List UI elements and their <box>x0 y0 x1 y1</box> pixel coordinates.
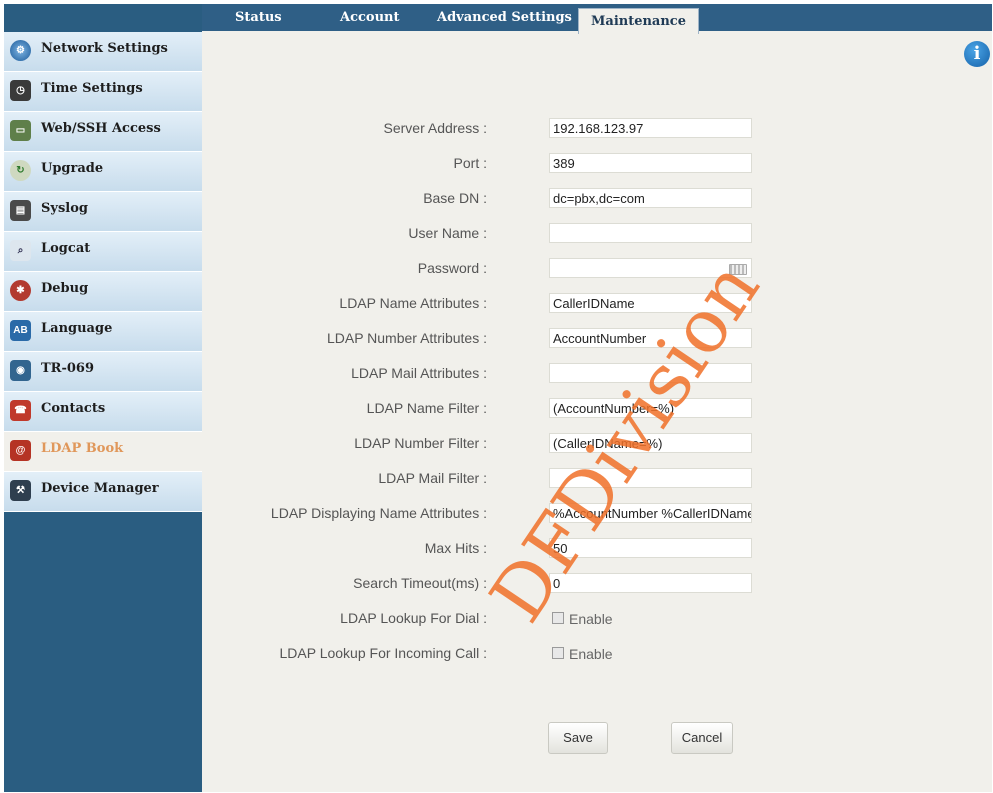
magnifier-icon: ⌕ <box>10 240 31 261</box>
lookup-for-dial-enable-label: Enable <box>569 611 613 627</box>
sidebar-item-upgrade[interactable]: ↻ Upgrade <box>4 152 202 192</box>
ldap-mail-attributes-row: LDAP Mail Attributes : <box>202 363 982 385</box>
device-manager-icon: ⚒ <box>10 480 31 501</box>
sidebar-item-label: TR-069 <box>41 361 95 376</box>
lookup-for-dial-checkbox[interactable] <box>552 612 564 624</box>
server-address-row: Server Address : 192.168.123.97 <box>202 118 982 140</box>
syslog-icon: ▤ <box>10 200 31 221</box>
base-dn-label: Base DN : <box>423 190 487 206</box>
sidebar-item-label: Debug <box>41 281 89 296</box>
ldap-number-attributes-label: LDAP Number Attributes : <box>326 330 487 346</box>
tab-account[interactable]: Account <box>340 10 400 25</box>
ldap-mail-filter-label: LDAP Mail Filter : <box>378 470 487 486</box>
ldap-mail-attributes-input[interactable] <box>549 363 752 383</box>
lookup-for-incoming-enable-label: Enable <box>569 646 613 662</box>
ldap-displaying-name-attributes-label: LDAP Displaying Name Attributes : <box>270 505 487 521</box>
sidebar-item-network-settings[interactable]: ⚙ Network Settings <box>4 32 202 72</box>
monitor-icon: ▭ <box>10 120 31 141</box>
max-hits-label: Max Hits : <box>424 540 487 556</box>
user-name-label: User Name : <box>408 225 487 241</box>
sidebar-item-label: Network Settings <box>41 41 168 56</box>
port-label: Port : <box>453 155 487 171</box>
sidebar-item-logcat[interactable]: ⌕ Logcat <box>4 232 202 272</box>
network-icon: ⚙ <box>10 40 31 61</box>
password-row: Password : <box>202 258 982 280</box>
sidebar-item-label: Web/SSH Access <box>41 121 161 136</box>
sidebar-item-web-ssh-access[interactable]: ▭ Web/SSH Access <box>4 112 202 152</box>
clock-icon: ◷ <box>10 80 31 101</box>
sidebar-nav: ⚙ Network Settings ◷ Time Settings ▭ Web… <box>4 32 202 512</box>
ldap-name-filter-row: LDAP Name Filter : (AccountNumber=%) <box>202 398 982 420</box>
user-name-input[interactable] <box>549 223 752 243</box>
ldap-name-filter-input[interactable]: (AccountNumber=%) <box>549 398 752 418</box>
sidebar-item-syslog[interactable]: ▤ Syslog <box>4 192 202 232</box>
app-frame: ⚙ Network Settings ◷ Time Settings ▭ Web… <box>4 4 992 792</box>
ldap-mail-filter-row: LDAP Mail Filter : <box>202 468 982 490</box>
contacts-icon: ☎ <box>10 400 31 421</box>
ldap-mail-filter-input[interactable] <box>549 468 752 488</box>
ldap-name-attributes-row: LDAP Name Attributes : CallerIDName <box>202 293 982 315</box>
lookup-for-dial-label: LDAP Lookup For Dial : <box>340 610 487 626</box>
ldap-name-attributes-input[interactable]: CallerIDName <box>549 293 752 313</box>
bug-icon: ✱ <box>10 280 31 301</box>
ldap-number-filter-input[interactable]: (CallerIDName=%) <box>549 433 752 453</box>
password-input[interactable] <box>549 258 752 278</box>
user-name-row: User Name : <box>202 223 982 245</box>
sidebar-item-label: Device Manager <box>41 481 159 496</box>
base-dn-input[interactable]: dc=pbx,dc=com <box>549 188 752 208</box>
port-input[interactable]: 389 <box>549 153 752 173</box>
ldap-number-attributes-row: LDAP Number Attributes : AccountNumber <box>202 328 982 350</box>
ldap-displaying-name-attributes-row: LDAP Displaying Name Attributes : %Accou… <box>202 503 982 525</box>
ldap-number-filter-label: LDAP Number Filter : <box>354 435 487 451</box>
lookup-for-incoming-checkbox[interactable] <box>552 647 564 659</box>
tab-status[interactable]: Status <box>235 10 282 25</box>
tab-advanced-settings[interactable]: Advanced Settings <box>437 10 572 25</box>
sidebar-item-label: LDAP Book <box>41 441 124 456</box>
ldap-number-attributes-input[interactable]: AccountNumber <box>549 328 752 348</box>
lookup-for-dial-row: LDAP Lookup For Dial : Enable <box>202 608 982 630</box>
info-icon[interactable]: i <box>964 41 990 67</box>
tab-maintenance[interactable]: Maintenance <box>578 8 699 34</box>
base-dn-row: Base DN : dc=pbx,dc=com <box>202 188 982 210</box>
language-icon: AB <box>10 320 31 341</box>
server-address-input[interactable]: 192.168.123.97 <box>549 118 752 138</box>
password-label: Password : <box>417 260 487 276</box>
sidebar-item-label: Language <box>41 321 113 336</box>
sidebar-item-debug[interactable]: ✱ Debug <box>4 272 202 312</box>
ldap-book-icon: @ <box>10 440 31 461</box>
port-row: Port : 389 <box>202 153 982 175</box>
max-hits-input[interactable]: 50 <box>549 538 752 558</box>
search-timeout-input[interactable]: 0 <box>549 573 752 593</box>
ldap-mail-attributes-label: LDAP Mail Attributes : <box>351 365 487 381</box>
tr069-icon: ◉ <box>10 360 31 381</box>
sidebar-item-label: Logcat <box>41 241 91 256</box>
search-timeout-label: Search Timeout(ms) : <box>353 575 487 591</box>
sidebar-item-label: Contacts <box>41 401 106 416</box>
sidebar-item-label: Syslog <box>41 201 88 216</box>
sidebar-item-ldap-book[interactable]: @ LDAP Book <box>4 432 202 472</box>
top-tab-bar: Status Account Advanced Settings Mainten… <box>202 4 992 34</box>
upgrade-icon: ↻ <box>10 160 31 181</box>
sidebar-item-device-manager[interactable]: ⚒ Device Manager <box>4 472 202 512</box>
ldap-displaying-name-attributes-input[interactable]: %AccountNumber %CallerIDName <box>549 503 752 523</box>
sidebar-item-tr-069[interactable]: ◉ TR-069 <box>4 352 202 392</box>
keyboard-icon[interactable] <box>729 264 747 275</box>
lookup-for-incoming-row: LDAP Lookup For Incoming Call : Enable <box>202 643 982 665</box>
sidebar-item-contacts[interactable]: ☎ Contacts <box>4 392 202 432</box>
sidebar-item-time-settings[interactable]: ◷ Time Settings <box>4 72 202 112</box>
sidebar-item-language[interactable]: AB Language <box>4 312 202 352</box>
cancel-button[interactable]: Cancel <box>671 722 733 754</box>
ldap-name-filter-label: LDAP Name Filter : <box>366 400 487 416</box>
sidebar-item-label: Time Settings <box>41 81 143 96</box>
sidebar: ⚙ Network Settings ◷ Time Settings ▭ Web… <box>4 4 202 792</box>
ldap-number-filter-row: LDAP Number Filter : (CallerIDName=%) <box>202 433 982 455</box>
server-address-label: Server Address : <box>383 120 488 136</box>
save-button[interactable]: Save <box>548 722 608 754</box>
sidebar-item-label: Upgrade <box>41 161 104 176</box>
max-hits-row: Max Hits : 50 <box>202 538 982 560</box>
lookup-for-incoming-label: LDAP Lookup For Incoming Call : <box>279 645 487 661</box>
search-timeout-row: Search Timeout(ms) : 0 <box>202 573 982 595</box>
ldap-name-attributes-label: LDAP Name Attributes : <box>339 295 487 311</box>
